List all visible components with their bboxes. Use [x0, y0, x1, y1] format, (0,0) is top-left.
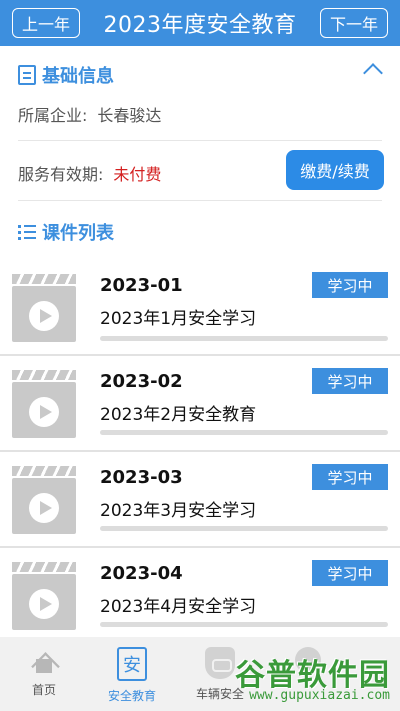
watermark-url: www.gupuxiazai.com: [249, 688, 390, 703]
company-value: 长春骏达: [97, 106, 162, 125]
next-year-button[interactable]: 下一年: [320, 8, 388, 38]
chevron-up-icon[interactable]: [363, 63, 383, 83]
status-badge: 学习中: [312, 560, 388, 586]
watermark: 谷普软件园 www.gupuxiazai.com: [216, 648, 396, 706]
company-label: 所属企业:: [18, 106, 88, 125]
tab-label: 首页: [31, 683, 56, 697]
course-list-header: 课件列表: [18, 219, 114, 245]
course-code: 2023-02: [100, 371, 183, 392]
basic-info-title: 基础信息: [42, 66, 114, 87]
tab-safety-education[interactable]: 安 安全教育: [88, 637, 176, 711]
course-code: 2023-03: [100, 467, 183, 488]
progress-bar: [100, 526, 388, 531]
course-list-title: 课件列表: [42, 223, 114, 244]
status-badge: 学习中: [312, 272, 388, 298]
prev-year-button[interactable]: 上一年: [12, 8, 80, 38]
tab-home[interactable]: 首页: [0, 637, 88, 711]
page-title: 2023年度安全教育: [103, 13, 297, 38]
course-title: 2023年4月安全学习: [100, 597, 257, 617]
video-thumbnail-icon: [12, 562, 76, 630]
course-item[interactable]: 2023-01 2023年1月安全学习 学习中: [0, 262, 400, 356]
course-item[interactable]: 2023-03 2023年3月安全学习 学习中: [0, 454, 400, 548]
course-item[interactable]: 2023-02 2023年2月安全教育 学习中: [0, 358, 400, 452]
status-badge: 学习中: [312, 464, 388, 490]
service-status: 未付费: [113, 165, 162, 184]
service-label: 服务有效期:: [18, 165, 104, 184]
course-title: 2023年1月安全学习: [100, 309, 257, 329]
basic-info-header[interactable]: 基础信息: [18, 62, 114, 88]
company-row: 所属企业: 长春骏达: [18, 102, 161, 126]
progress-bar: [100, 622, 388, 627]
course-code: 2023-01: [100, 275, 183, 296]
divider: [18, 200, 382, 201]
video-thumbnail-icon: [12, 274, 76, 342]
progress-bar: [100, 430, 388, 435]
list-icon: [18, 224, 36, 240]
service-row: 服务有效期: 未付费: [18, 161, 161, 185]
top-header: 上一年 2023年度安全教育 下一年: [0, 0, 400, 46]
document-icon: [18, 65, 36, 85]
divider: [18, 140, 382, 141]
video-thumbnail-icon: [12, 466, 76, 534]
safety-education-icon: 安: [117, 647, 147, 681]
progress-bar: [100, 336, 388, 341]
course-title: 2023年3月安全学习: [100, 501, 257, 521]
video-thumbnail-icon: [12, 370, 76, 438]
course-title: 2023年2月安全教育: [100, 405, 257, 425]
course-code: 2023-04: [100, 563, 183, 584]
status-badge: 学习中: [312, 368, 388, 394]
course-item[interactable]: 2023-04 2023年4月安全学习 学习中: [0, 550, 400, 644]
pay-renew-button[interactable]: 缴费/续费: [286, 150, 384, 190]
tab-label: 安全教育: [107, 689, 156, 703]
home-icon: [29, 647, 59, 675]
